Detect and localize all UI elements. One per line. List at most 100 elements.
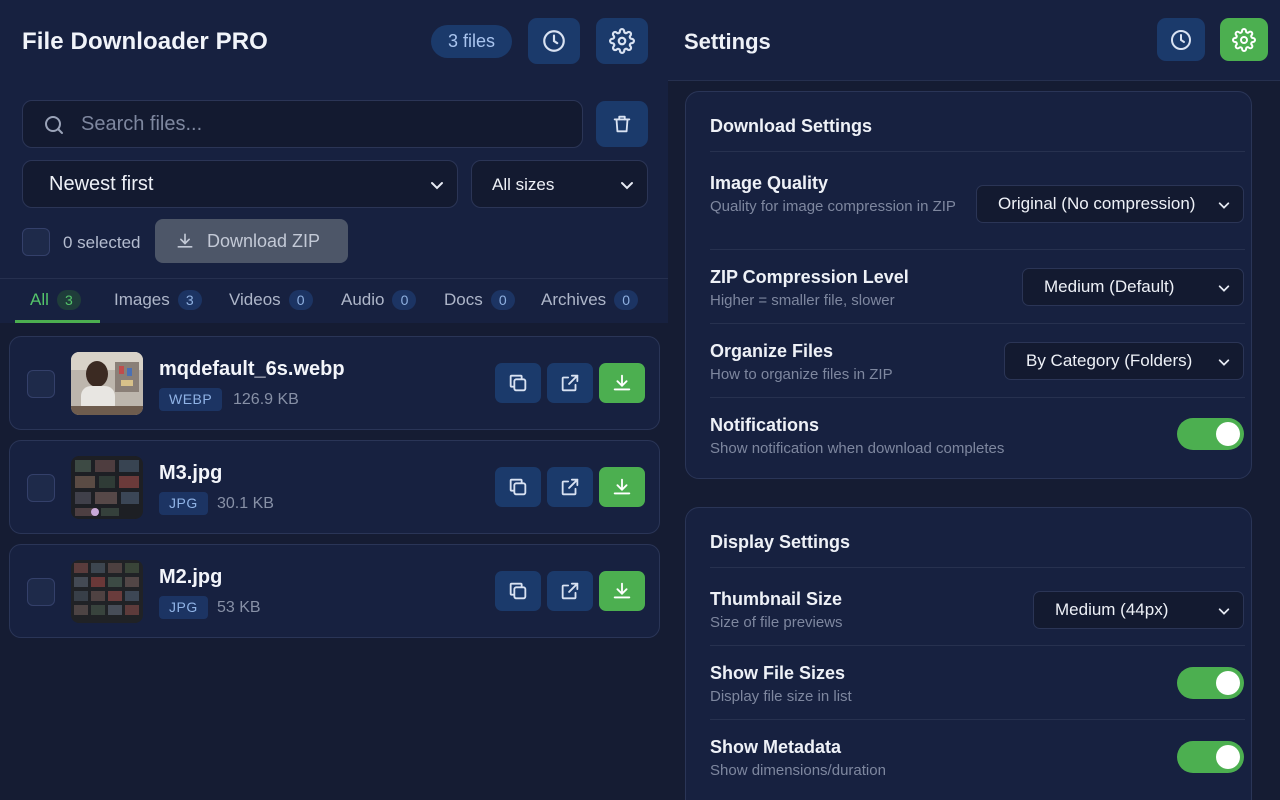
settings-button-active[interactable] bbox=[1220, 18, 1268, 61]
setting-label: Show Metadata bbox=[710, 737, 842, 757]
setting-label: Show File Sizes bbox=[710, 663, 846, 683]
tab-count: 3 bbox=[56, 290, 81, 310]
settings-button[interactable] bbox=[596, 18, 648, 64]
history-button[interactable] bbox=[1157, 18, 1205, 61]
file-item: M3.jpg JPG 30.1 KB bbox=[9, 440, 660, 534]
setting-description: Size of file previews bbox=[710, 614, 843, 631]
external-link-icon bbox=[561, 478, 579, 496]
setting-label: ZIP Compression Level bbox=[710, 267, 909, 287]
tabs-divider bbox=[0, 278, 668, 279]
divider bbox=[710, 567, 1245, 568]
download-icon bbox=[613, 374, 631, 391]
divider bbox=[710, 719, 1245, 720]
copy-link-button[interactable] bbox=[495, 571, 541, 611]
tab-count: 0 bbox=[614, 290, 639, 310]
download-file-button[interactable] bbox=[599, 571, 645, 611]
show-metadata-toggle[interactable] bbox=[1177, 741, 1244, 773]
trash-icon bbox=[613, 115, 631, 133]
file-thumbnail bbox=[71, 352, 143, 415]
settings-title: Settings bbox=[684, 29, 771, 54]
setting-description: How to organize files in ZIP bbox=[710, 366, 893, 383]
tab-count: 0 bbox=[288, 290, 313, 310]
copy-link-button[interactable] bbox=[495, 363, 541, 403]
file-checkbox[interactable] bbox=[27, 578, 55, 606]
toggle-knob bbox=[1216, 745, 1240, 769]
clear-files-button[interactable] bbox=[596, 101, 648, 147]
gear-icon bbox=[1232, 27, 1256, 52]
sort-select[interactable]: Newest first bbox=[22, 160, 458, 208]
history-button[interactable] bbox=[528, 18, 580, 64]
chevron-down-icon bbox=[1218, 202, 1230, 209]
tab-all[interactable]: All 3 bbox=[30, 290, 81, 310]
setting-label: Organize Files bbox=[710, 341, 834, 361]
copy-icon bbox=[509, 582, 527, 600]
toggle-knob bbox=[1216, 671, 1240, 695]
tab-archives[interactable]: Archives 0 bbox=[541, 290, 639, 310]
open-file-button[interactable] bbox=[547, 363, 593, 403]
active-tab-indicator bbox=[15, 320, 100, 323]
file-checkbox[interactable] bbox=[27, 370, 55, 398]
selected-count: 0 selected bbox=[63, 233, 141, 252]
copy-icon bbox=[509, 374, 527, 392]
divider bbox=[710, 249, 1245, 250]
chevron-down-icon bbox=[1218, 608, 1230, 615]
external-link-icon bbox=[561, 582, 579, 600]
search-box bbox=[22, 100, 583, 148]
tab-label: Archives bbox=[541, 290, 607, 309]
setting-description: Display file size in list bbox=[710, 688, 852, 705]
search-input[interactable] bbox=[81, 101, 571, 147]
select-value: Original (No compression) bbox=[998, 194, 1196, 213]
size-filter-value: All sizes bbox=[492, 175, 555, 194]
file-size: 30.1 KB bbox=[217, 495, 274, 512]
thumbnail-size-select[interactable]: Medium (44px) bbox=[1033, 591, 1244, 629]
organize-files-select[interactable]: By Category (Folders) bbox=[1004, 342, 1244, 380]
chevron-down-icon bbox=[621, 182, 633, 190]
open-file-button[interactable] bbox=[547, 571, 593, 611]
file-type-badge: JPG bbox=[159, 492, 208, 515]
divider bbox=[710, 323, 1245, 324]
tab-label: Docs bbox=[444, 290, 483, 309]
clock-icon bbox=[1171, 29, 1191, 50]
select-all-checkbox[interactable] bbox=[22, 228, 50, 256]
download-file-button[interactable] bbox=[599, 467, 645, 507]
tab-images[interactable]: Images 3 bbox=[114, 290, 202, 310]
size-filter-select[interactable]: All sizes bbox=[471, 160, 648, 208]
select-value: Medium (Default) bbox=[1044, 277, 1175, 296]
download-file-button[interactable] bbox=[599, 363, 645, 403]
copy-icon bbox=[509, 478, 527, 496]
tab-videos[interactable]: Videos 0 bbox=[229, 290, 313, 310]
setting-description: Show dimensions/duration bbox=[710, 762, 886, 779]
file-thumbnail bbox=[71, 456, 143, 519]
display-settings-panel: Display Settings Thumbnail Size Size of … bbox=[685, 507, 1252, 800]
file-checkbox[interactable] bbox=[27, 474, 55, 502]
file-type-badge: JPG bbox=[159, 596, 208, 619]
image-quality-select[interactable]: Original (No compression) bbox=[976, 185, 1244, 223]
tab-docs[interactable]: Docs 0 bbox=[444, 290, 515, 310]
download-zip-label: Download ZIP bbox=[207, 231, 321, 251]
select-value: Medium (44px) bbox=[1055, 600, 1169, 619]
copy-link-button[interactable] bbox=[495, 467, 541, 507]
notifications-toggle[interactable] bbox=[1177, 418, 1244, 450]
chevron-down-icon bbox=[1218, 285, 1230, 292]
divider bbox=[710, 151, 1245, 152]
divider bbox=[710, 397, 1245, 398]
download-icon bbox=[613, 478, 631, 495]
tab-count: 0 bbox=[490, 290, 515, 310]
show-file-sizes-toggle[interactable] bbox=[1177, 667, 1244, 699]
setting-description: Quality for image compression in ZIP bbox=[710, 198, 956, 215]
download-zip-button[interactable]: Download ZIP bbox=[155, 219, 348, 263]
tab-audio[interactable]: Audio 0 bbox=[341, 290, 417, 310]
open-file-button[interactable] bbox=[547, 467, 593, 507]
file-type-badge: WEBP bbox=[159, 388, 223, 411]
clock-icon bbox=[543, 30, 565, 52]
file-name: M2.jpg bbox=[159, 566, 223, 588]
app-title: File Downloader PRO bbox=[22, 28, 268, 55]
file-thumbnail bbox=[71, 560, 143, 623]
download-icon bbox=[177, 233, 193, 248]
settings-pane: Settings Download Settings Image Quality… bbox=[668, 0, 1280, 800]
zip-compression-select[interactable]: Medium (Default) bbox=[1022, 268, 1244, 306]
file-name: mqdefault_6s.webp bbox=[159, 358, 345, 380]
setting-description: Show notification when download complete… bbox=[710, 440, 1005, 457]
file-size: 53 KB bbox=[217, 599, 261, 616]
setting-label: Thumbnail Size bbox=[710, 589, 843, 609]
